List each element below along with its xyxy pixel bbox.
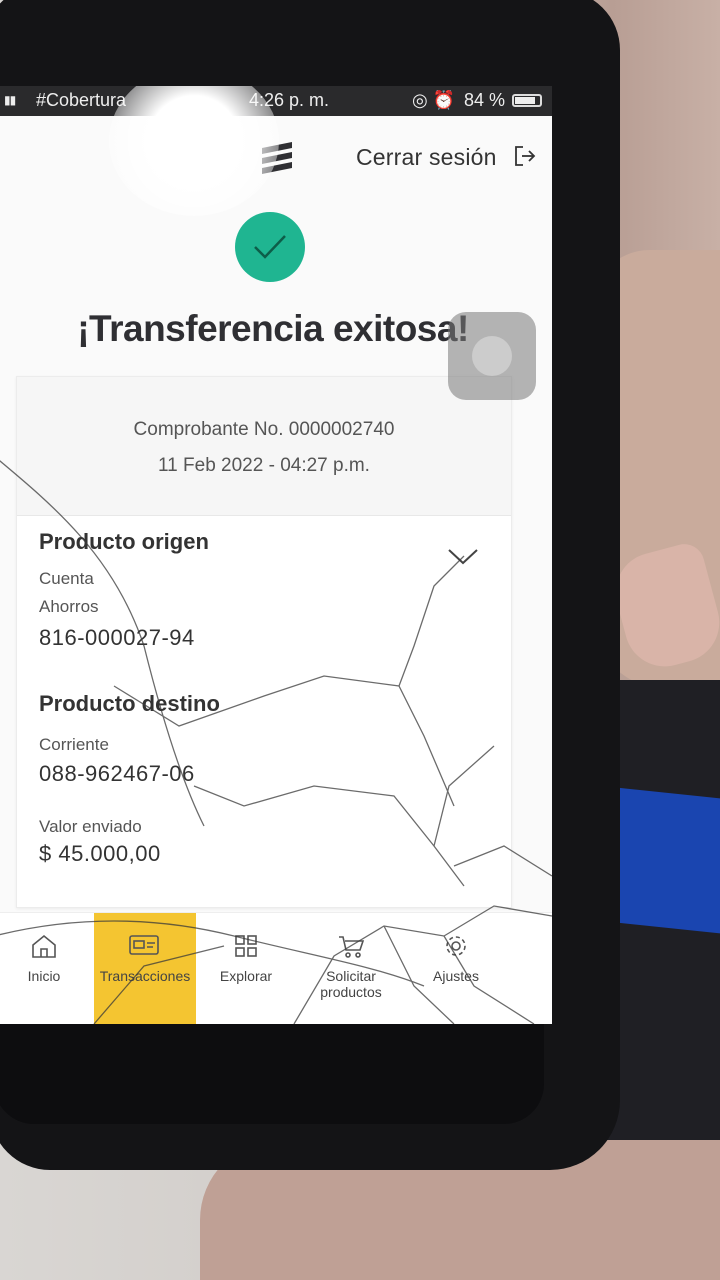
screen-crack-overlay xyxy=(0,460,552,1024)
phone-body: ▮▮ #Cobertura 4:26 p. m. ◎ ⏰ 84 % Cerrar… xyxy=(0,0,620,1170)
phone-screen: ▮▮ #Cobertura 4:26 p. m. ◎ ⏰ 84 % Cerrar… xyxy=(0,86,552,1024)
phone-bottom-bezel xyxy=(0,1024,544,1124)
